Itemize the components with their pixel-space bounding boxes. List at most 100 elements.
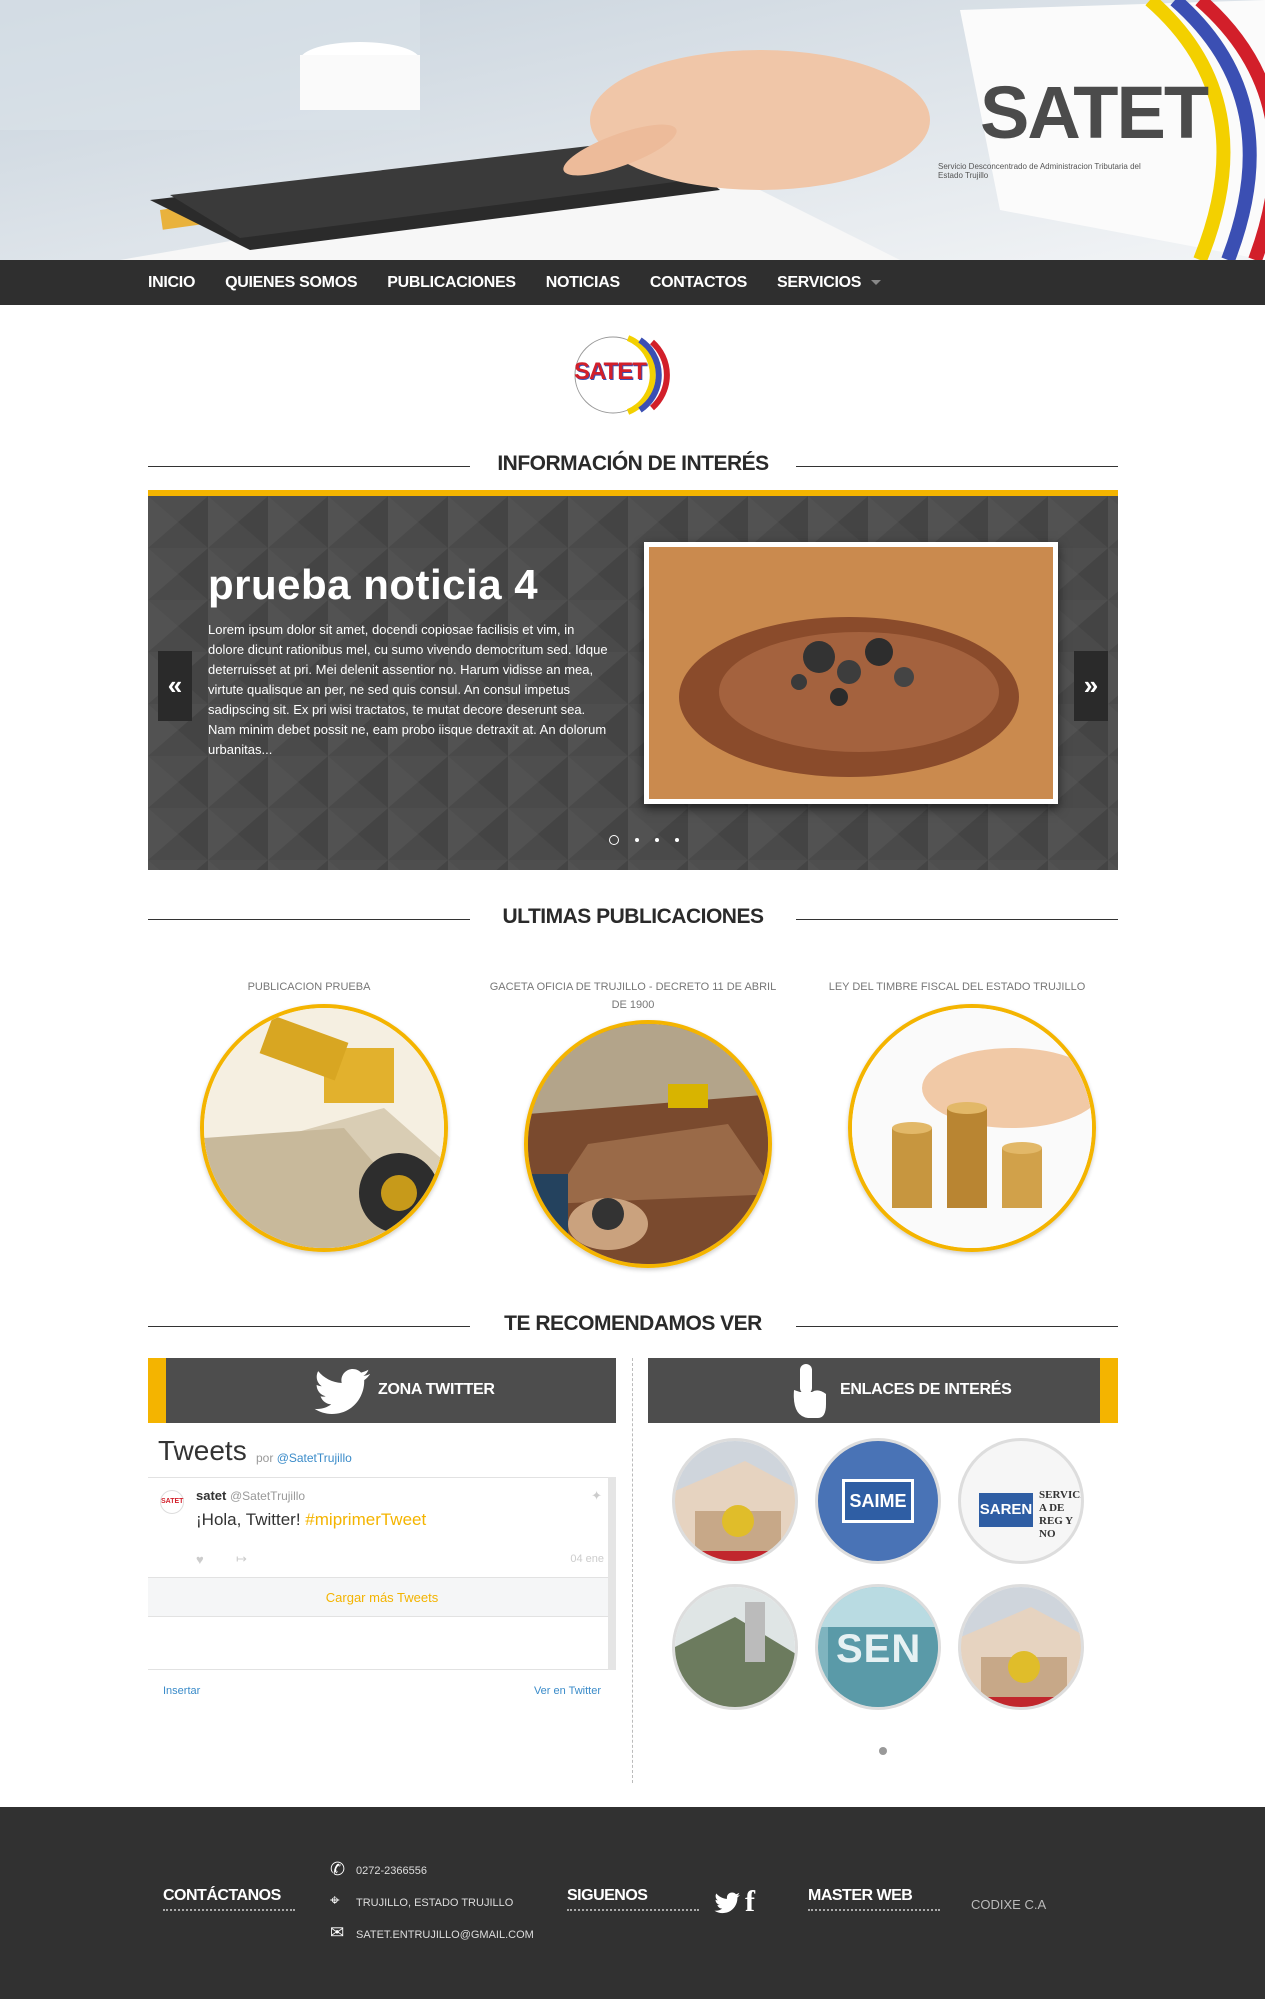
nav-item-servicios[interactable]: SERVICIOS [776, 260, 882, 305]
publication-image[interactable] [848, 1004, 1096, 1252]
slider-next-button[interactable]: » [1074, 651, 1108, 721]
links-carousel-dot[interactable] [879, 1747, 887, 1755]
tweet-header: satet @SatetTrujillo [196, 1488, 305, 1503]
by-handle-link[interactable]: @SatetTrujillo [277, 1451, 352, 1465]
footer-master-title: MASTER WEB [808, 1887, 940, 1911]
footer-address: TRUJILLO, ESTADO TRUJILLO [356, 1897, 514, 1909]
twitter-panel: ZONA TWITTER Tweets por @SatetTrujillo S… [148, 1358, 616, 1788]
publication-card[interactable]: PUBLICACION PRUEBA [164, 978, 454, 1252]
header-banner: SATET Servicio Desconcentrado de Adminis… [0, 0, 1265, 260]
load-more-tweets-button[interactable]: Cargar más Tweets [148, 1577, 616, 1617]
publication-image[interactable] [200, 1004, 448, 1252]
nav-item-noticias[interactable]: NOTICIAS [546, 260, 620, 305]
section-title-text: TE RECOMENDAMOS VER [504, 1312, 762, 1335]
slide-image[interactable] [644, 542, 1058, 804]
scrollbar[interactable] [608, 1477, 616, 1670]
share-icon[interactable]: ↦ [236, 1551, 247, 1567]
divider [796, 919, 1118, 920]
location-icon: ⌖ [330, 1891, 340, 1910]
panel-title: ENLACES DE INTERÉS [840, 1381, 1012, 1398]
link-item-sublabel: SERVICIO A DE REG Y NO [1039, 1489, 1081, 1540]
publication-image[interactable] [524, 1020, 772, 1268]
links-panel: ENLACES DE INTERÉS SAIME SAREN SERVICIO … [648, 1358, 1118, 1788]
twitter-bird-icon[interactable]: ✦ [591, 1488, 602, 1504]
link-item-label: SEN [836, 1627, 922, 1671]
pointer-hand-icon [793, 1364, 826, 1418]
twitter-widget: Tweets por @SatetTrujillo SATET satet @S… [148, 1435, 616, 1670]
tweet-date[interactable]: 04 ene [570, 1553, 604, 1565]
link-item-saren[interactable]: SAREN SERVICIO A DE REG Y NO [958, 1438, 1084, 1564]
footer-master-name[interactable]: CODIXE C.A [971, 1897, 1046, 1912]
nav-item-label: SERVICIOS [776, 274, 862, 291]
slider-dot[interactable] [655, 838, 659, 842]
header-brand: SATET [980, 71, 1209, 154]
site-logo[interactable]: SATET [568, 330, 698, 420]
footer-contact-title: CONTÁCTANOS [163, 1887, 295, 1911]
like-icon[interactable]: ♥ [196, 1552, 204, 1567]
footer-email[interactable]: SATET.ENTRUJILLO@GMAIL.COM [356, 1929, 534, 1941]
nav-item-inicio[interactable]: INICIO [148, 260, 195, 305]
slider-dot[interactable] [675, 838, 679, 842]
facebook-icon[interactable]: f [745, 1885, 755, 1919]
tweets-by: por @SatetTrujillo [256, 1451, 352, 1465]
twitter-icon[interactable] [714, 1891, 742, 1915]
footer-follow-title: SIGUENOS [567, 1887, 699, 1911]
nav-item-label: PUBLICACIONES [387, 274, 516, 291]
tweet-user[interactable]: satet [196, 1488, 226, 1503]
embed-link[interactable]: Insertar [163, 1685, 200, 1697]
link-item-saime[interactable]: SAIME [815, 1438, 941, 1564]
slider-dot[interactable] [635, 838, 639, 842]
avatar[interactable]: SATET [160, 1490, 184, 1514]
mine-image [528, 1024, 768, 1264]
logo-text: SATET [574, 358, 647, 385]
slider-dot[interactable] [609, 835, 619, 845]
nav-item-label: INICIO [148, 274, 196, 291]
column-divider [632, 1358, 633, 1783]
nav-item-contactos[interactable]: CONTACTOS [650, 260, 747, 305]
section-title-text: INFORMACIÓN DE INTERÉS [497, 452, 769, 475]
footer-phone[interactable]: 0272-2366556 [356, 1865, 427, 1877]
link-item-seniat[interactable]: SEN [815, 1584, 941, 1710]
news-slider: prueba noticia 4 Lorem ipsum dolor sit a… [148, 490, 1118, 870]
view-on-twitter-link[interactable]: Ver en Twitter [534, 1685, 601, 1697]
divider [148, 1326, 470, 1327]
link-item-label: SAREN [979, 1493, 1033, 1527]
main-navbar: INICIO QUIENES SOMOS PUBLICACIONES NOTIC… [0, 260, 1265, 305]
publication-card[interactable]: GACETA OFICIA DE TRUJILLO - DECRETO 11 D… [488, 978, 778, 1268]
building-image [961, 1587, 1081, 1707]
panel-title: ZONA TWITTER [378, 1381, 495, 1398]
publication-caption[interactable]: GACETA OFICIA DE TRUJILLO - DECRETO 11 D… [488, 978, 778, 1014]
section-title-recommend: TE RECOMENDAMOS VER [148, 1310, 1118, 1340]
email-icon: ✉ [330, 1923, 345, 1942]
publication-card[interactable]: LEY DEL TIMBRE FISCAL DEL ESTADO TRUJILL… [812, 978, 1102, 1252]
tweet-scroll-space [148, 1617, 616, 1670]
nav-item-label: NOTICIAS [545, 274, 620, 291]
nav-item-publicaciones[interactable]: PUBLICACIONES [387, 260, 516, 305]
slider-prev-button[interactable]: « [158, 651, 192, 721]
tweet-item[interactable]: SATET satet @SatetTrujillo ¡Hola, Twitte… [148, 1477, 616, 1577]
link-item-gobernacion[interactable] [672, 1438, 798, 1564]
divider [148, 466, 470, 467]
tweet-hashtag-link[interactable]: #miprimerTweet [305, 1510, 426, 1529]
link-item-gobernacion-2[interactable] [958, 1584, 1084, 1710]
header-brand-subtitle: Servicio Desconcentrado de Administracio… [938, 162, 1141, 180]
slider-dots [601, 835, 687, 845]
section-title-info: INFORMACIÓN DE INTERÉS [148, 450, 1118, 480]
slide-text: Lorem ipsum dolor sit amet, docendi copi… [208, 622, 608, 757]
tweet-handle[interactable]: @SatetTrujillo [230, 1489, 305, 1503]
slide-title[interactable]: prueba noticia 4 [208, 561, 538, 609]
mineral-hand-image [649, 547, 1053, 799]
tweets-title: Tweets [158, 1435, 247, 1466]
nav-item-label: CONTACTOS [649, 274, 747, 291]
divider [796, 466, 1118, 467]
divider [796, 1326, 1118, 1327]
section-title-pubs: ULTIMAS PUBLICACIONES [148, 903, 1118, 933]
twitter-panel-header: ZONA TWITTER [148, 1358, 616, 1423]
nav-item-quienes-somos[interactable]: QUIENES SOMOS [225, 260, 357, 305]
nav-item-label: QUIENES SOMOS [225, 274, 358, 291]
link-item-monumento[interactable] [672, 1584, 798, 1710]
footer: CONTÁCTANOS ✆ 0272-2366556 ⌖ TRUJILLO, E… [0, 1807, 1265, 1999]
divider [148, 919, 470, 920]
tweet-text-row: ¡Hola, Twitter! #miprimerTweet [196, 1510, 426, 1530]
tweet-text: ¡Hola, Twitter! [196, 1510, 301, 1529]
